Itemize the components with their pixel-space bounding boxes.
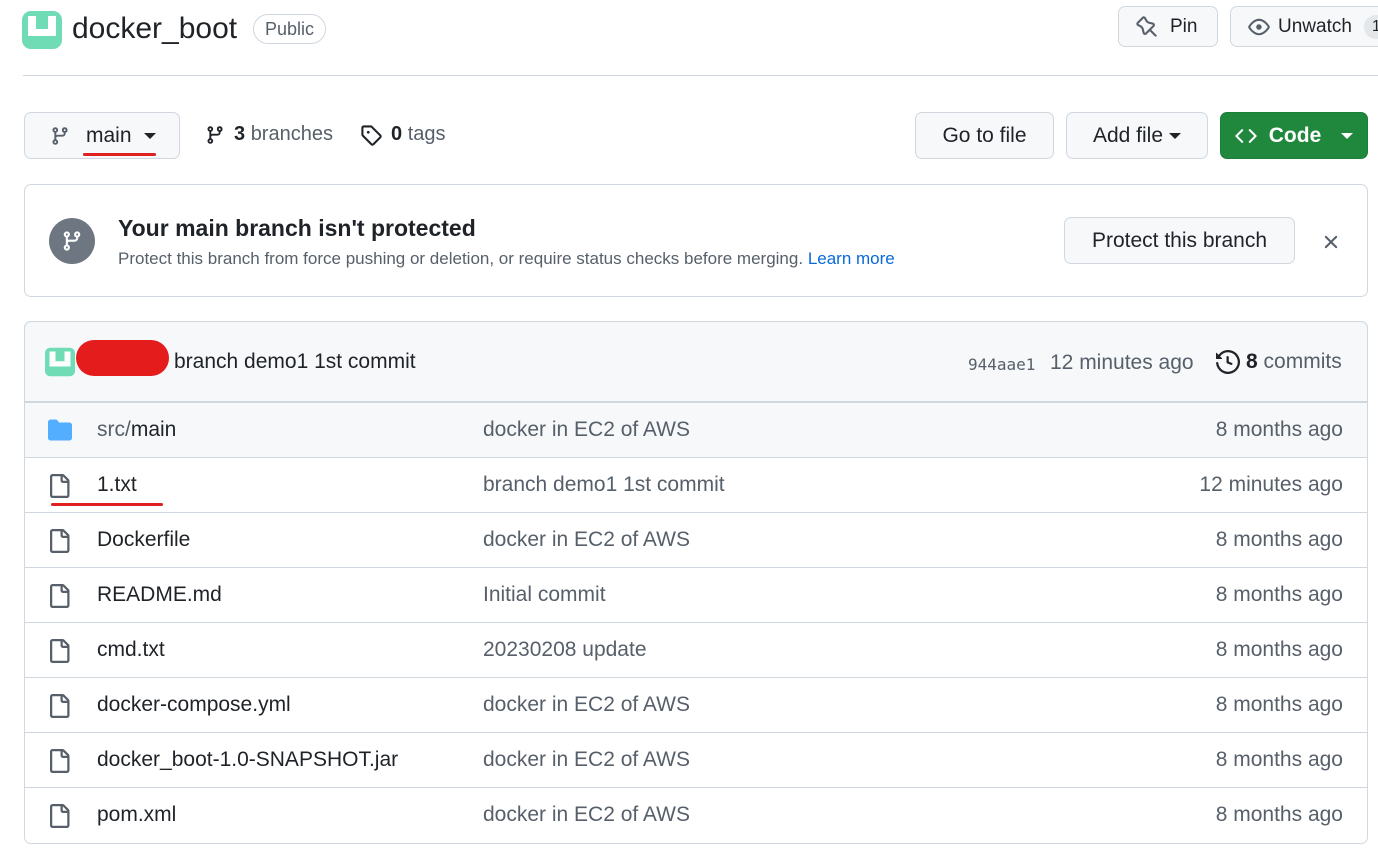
file-commit-message[interactable]: docker in EC2 of AWS <box>483 693 690 717</box>
go-to-file-button[interactable]: Go to file <box>915 112 1054 159</box>
file-age: 8 months ago <box>1215 638 1343 661</box>
commit-time: 12 minutes ago <box>1050 351 1194 374</box>
commit-count: 8 <box>1246 350 1258 373</box>
file-row[interactable]: docker-compose.yml docker in EC2 of AWS … <box>25 677 1367 732</box>
tag-icon <box>360 124 382 146</box>
file-age: 8 months ago <box>1215 418 1343 441</box>
file-row[interactable]: Dockerfile docker in EC2 of AWS 8 months… <box>25 512 1367 567</box>
file-age: 8 months ago <box>1215 748 1343 771</box>
learn-more-link[interactable]: Learn more <box>808 249 895 268</box>
chevron-down-icon <box>143 132 156 139</box>
chevron-down-icon <box>1169 132 1182 139</box>
file-row[interactable]: cmd.txt 20230208 update 8 months ago <box>25 622 1367 677</box>
protect-branch-button[interactable]: Protect this branch <box>1064 217 1295 264</box>
pin-button[interactable]: Pin <box>1118 6 1218 47</box>
banner-title: Your main branch isn't protected <box>118 215 476 241</box>
file-age: 12 minutes ago <box>1199 473 1343 496</box>
file-age: 8 months ago <box>1215 803 1343 826</box>
file-commit-message[interactable]: 20230208 update <box>483 638 647 662</box>
file-name[interactable]: cmd.txt <box>97 638 165 662</box>
redacted-author <box>76 340 169 376</box>
file-row[interactable]: pom.xml docker in EC2 of AWS 8 months ag… <box>25 787 1367 842</box>
repo-owner-avatar[interactable] <box>22 11 62 49</box>
folder-icon <box>47 418 73 442</box>
close-icon[interactable] <box>1320 231 1342 253</box>
eye-icon <box>1248 16 1270 38</box>
code-icon <box>1235 125 1257 147</box>
add-file-label: Add file <box>1092 123 1164 147</box>
unwatch-label: Unwatch <box>1278 15 1352 37</box>
file-row[interactable]: src/main docker in EC2 of AWS 8 months a… <box>25 402 1367 457</box>
latest-commit-message[interactable]: branch demo1 1st commit <box>174 350 416 374</box>
file-name-main: main <box>130 418 177 441</box>
file-age: 8 months ago <box>1215 583 1343 606</box>
file-name-prefix: src/ <box>97 418 131 441</box>
file-icon <box>47 748 71 774</box>
branches-count: 3 <box>234 123 246 145</box>
branches-label: branches <box>250 123 333 145</box>
file-commit-message[interactable]: docker in EC2 of AWS <box>483 418 690 442</box>
add-file-button[interactable]: Add file <box>1066 112 1208 159</box>
pin-label: Pin <box>1170 15 1198 37</box>
avatar[interactable] <box>45 347 75 377</box>
banner-description-text: Protect this branch from force pushing o… <box>118 249 804 268</box>
tags-label: tags <box>407 123 446 145</box>
annotation-underline <box>51 503 163 506</box>
visibility-badge: Public <box>253 14 327 44</box>
file-name[interactable]: pom.xml <box>97 803 176 827</box>
file-icon <box>47 638 71 664</box>
pin-icon <box>1136 15 1158 38</box>
file-row[interactable]: README.md Initial commit 8 months ago <box>25 567 1367 622</box>
code-label: Code <box>1268 123 1322 147</box>
code-button[interactable]: Code <box>1220 112 1368 159</box>
git-branch-icon <box>49 218 95 264</box>
file-row[interactable]: 1.txt branch demo1 1st commit 12 minutes… <box>25 457 1367 512</box>
chevron-down-icon <box>1341 132 1354 139</box>
file-icon <box>47 473 71 499</box>
file-commit-message[interactable]: docker in EC2 of AWS <box>483 803 690 827</box>
branch-name: main <box>86 123 132 147</box>
file-name[interactable]: Dockerfile <box>97 528 190 552</box>
branch-selector[interactable]: main <box>24 112 180 159</box>
watch-count: 1 <box>1363 14 1378 39</box>
tags-link[interactable]: 0 tags <box>360 123 446 146</box>
file-icon <box>47 693 71 719</box>
commits-label: commits <box>1263 350 1342 373</box>
file-name[interactable]: src/main <box>97 418 176 442</box>
commit-sha[interactable]: 944aae1 <box>968 355 1035 374</box>
file-commit-message[interactable]: branch demo1 1st commit <box>483 473 725 497</box>
file-name[interactable]: README.md <box>97 583 222 607</box>
file-icon <box>47 583 71 609</box>
file-row[interactable]: docker_boot-1.0-SNAPSHOT.jar docker in E… <box>25 732 1367 787</box>
file-icon <box>47 528 71 554</box>
file-icon <box>47 803 71 829</box>
file-name[interactable]: docker-compose.yml <box>97 693 291 717</box>
unwatch-button[interactable]: Unwatch 1 <box>1230 6 1378 47</box>
commits-link[interactable]: 8 commits <box>1216 350 1342 374</box>
file-age: 8 months ago <box>1215 528 1343 551</box>
file-name[interactable]: 1.txt <box>97 473 137 497</box>
tags-count: 0 <box>391 123 403 145</box>
branches-link[interactable]: 3 branches <box>205 123 333 146</box>
repo-name[interactable]: docker_boot <box>72 10 237 48</box>
file-commit-message[interactable]: docker in EC2 of AWS <box>483 528 690 552</box>
history-icon <box>1216 350 1240 374</box>
git-branch-icon <box>205 125 225 145</box>
banner-description: Protect this branch from force pushing o… <box>118 249 895 269</box>
file-name[interactable]: docker_boot-1.0-SNAPSHOT.jar <box>97 748 398 772</box>
file-commit-message[interactable]: docker in EC2 of AWS <box>483 748 690 772</box>
annotation-underline <box>83 153 156 156</box>
header-divider <box>23 75 1378 76</box>
file-age: 8 months ago <box>1215 693 1343 716</box>
git-branch-icon <box>50 126 70 146</box>
file-commit-message[interactable]: Initial commit <box>483 583 606 607</box>
